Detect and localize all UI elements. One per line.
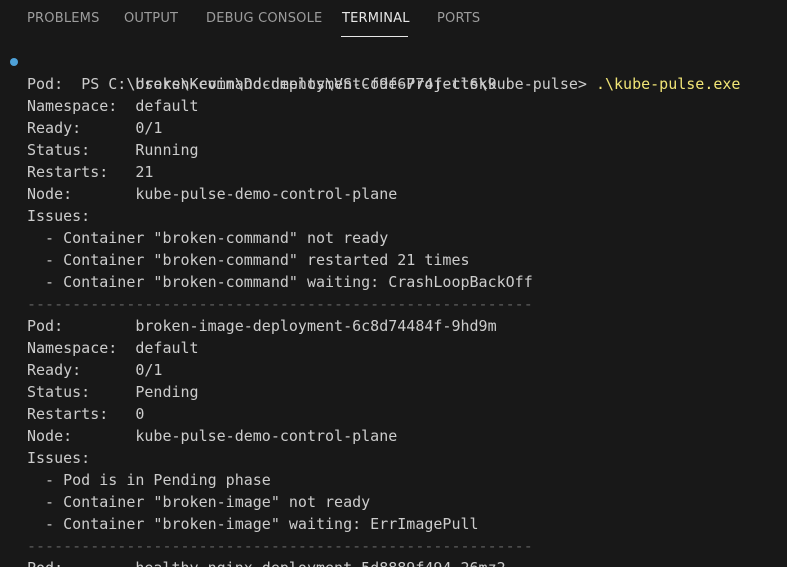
output-line: Pod: broken-image-deployment-6c8d74484f-… [27,317,497,335]
output-line: Restarts: 21 [27,163,154,181]
active-tab-indicator [341,36,408,37]
output-line: - Container "broken-image" waiting: ErrI… [27,515,479,533]
output-line: Restarts: 0 [27,405,145,423]
output-line: Pod: broken-command-deployment-f9f6774f-… [27,75,497,93]
output-line: - Container "broken-command" waiting: Cr… [27,273,533,291]
output-line: Node: kube-pulse-demo-control-plane [27,185,398,203]
output-line: - Container "broken-command" not ready [27,229,389,247]
output-line: Pod: healthy-nginx-deployment-5d8889f494… [0,557,787,567]
tab-terminal[interactable]: TERMINAL [342,11,410,26]
output-line: Issues: [27,207,91,225]
output-line: Namespace: default [27,97,199,115]
separator-line: ----------------------------------------… [27,537,533,555]
tab-debug-console[interactable]: DEBUG CONSOLE [206,11,322,26]
output-line: - Container "broken-command" restarted 2… [27,251,470,269]
output-line: Status: Pending [27,383,199,401]
tab-output[interactable]: OUTPUT [124,11,178,26]
tab-problems[interactable]: PROBLEMS [27,11,100,26]
output-line: - Container "broken-image" not ready [27,493,371,511]
output-line: Status: Running [27,141,199,159]
prompt-line: PS C:\Users\Kevin\Documents\VS-Code-Proj… [0,51,787,93]
output-line: Ready: 0/1 [27,361,163,379]
command-decoration-dot-icon[interactable] [10,58,18,66]
output-lines: Pod: broken-command-deployment-f9f6774f-… [0,73,787,567]
output-line: - Pod is in Pending phase [27,471,271,489]
output-line: Ready: 0/1 [27,119,163,137]
output-line: Issues: [27,449,91,467]
output-line: Node: kube-pulse-demo-control-plane [27,427,398,445]
panel-tab-bar: PROBLEMS OUTPUT DEBUG CONSOLE TERMINAL P… [0,0,787,40]
separator-line: ----------------------------------------… [27,295,533,313]
terminal-output[interactable]: PS C:\Users\Kevin\Documents\VS-Code-Proj… [0,51,787,567]
output-line: Namespace: default [27,339,199,357]
terminal-panel: PROBLEMS OUTPUT DEBUG CONSOLE TERMINAL P… [0,0,787,567]
tab-ports[interactable]: PORTS [437,11,480,26]
